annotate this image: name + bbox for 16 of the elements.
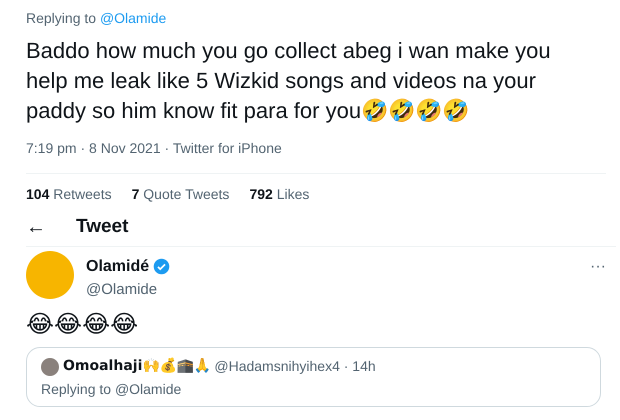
page-title: Tweet (76, 215, 128, 239)
tweet-text: Baddo how much you go collect abeg i wan make you help me leak like 5 Wizkid songs and videos na your paddy so him know fit para for you🤣🤣🤣🤣 (26, 37, 552, 125)
reply-context: Replying to @Olamide (41, 380, 182, 399)
stat-link[interactable]: 792 Likes (249, 184, 310, 205)
stat-link[interactable]: 7 Quote Tweets (132, 184, 230, 205)
tweet-timestamp: 7:19 pm · 8 Nov 2021 · Twitter for iPhone (26, 139, 283, 158)
tweet-text: 😂😂😂😂 (26, 309, 140, 339)
back-button[interactable]: ← (26, 217, 46, 238)
quoted-tweet-card[interactable]: Omoalhaji🙌💰🕋🙏 @Hadamsnihyihex4 · 14h Replying to @Olamide (26, 347, 601, 407)
author-name: Olamidé (86, 256, 150, 276)
reply-context: Replying to @Olamide (26, 9, 168, 28)
more-button[interactable]: ··· (590, 254, 606, 278)
author-handle: @Olamide (86, 280, 158, 300)
quoted-author-meta: @Hadamsnihyihex4 · 14h (214, 357, 376, 376)
stat-link[interactable]: 104 Retweets (26, 184, 112, 205)
quoted-author-name: Omoalhaji🙌💰🕋🙏 (63, 356, 210, 376)
